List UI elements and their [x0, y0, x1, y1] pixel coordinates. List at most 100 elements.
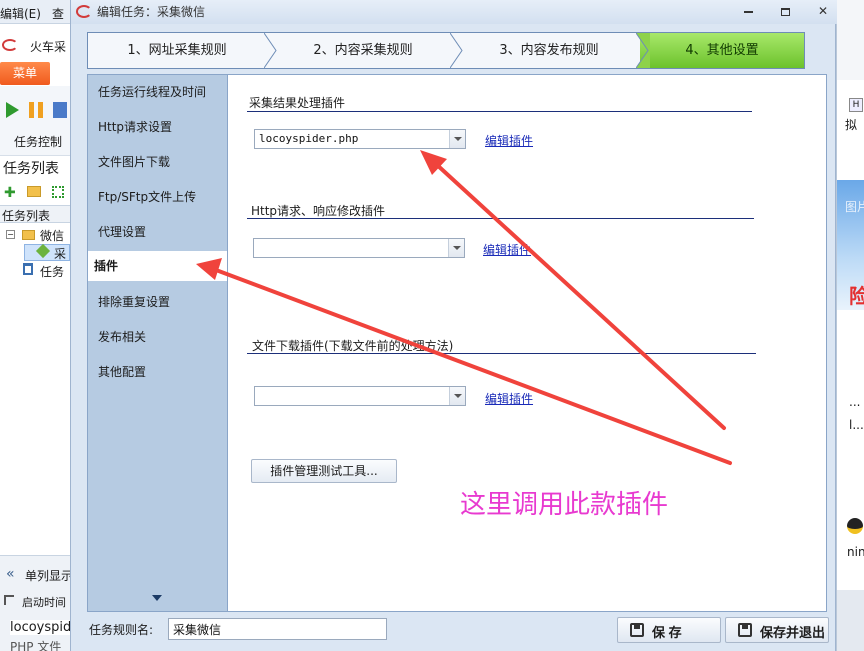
tree-item-caiji[interactable]: 采 — [54, 245, 66, 262]
result-plugin-select[interactable]: locoyspider.php — [254, 129, 466, 149]
background-right-img-label: 图片 — [845, 200, 864, 214]
task-control-label: 任务控制 — [14, 135, 63, 149]
step-separator-icon — [636, 33, 650, 68]
start-time-label: 启动时间 — [22, 596, 66, 609]
qq-penguin-icon — [847, 518, 863, 534]
sidebar-item-plugins[interactable]: 插件 — [88, 251, 227, 281]
background-app-title: 火车采 — [30, 40, 67, 54]
background-right-window: H 拟 图片 险！ ... l... ning — [836, 0, 864, 651]
download-plugin-title: 文件下载插件(下载文件前的处理方法) — [252, 339, 454, 353]
http-plugin-select[interactable] — [253, 238, 465, 258]
h-icon: H — [849, 98, 863, 112]
tree-item-task[interactable]: 任务 — [40, 263, 64, 280]
dropdown-button[interactable] — [449, 387, 465, 405]
folder-icon — [22, 230, 35, 240]
chevron-down-icon — [454, 394, 462, 398]
sidebar-item-thread-time[interactable]: 任务运行线程及时间 — [88, 77, 227, 107]
result-plugin-value: locoyspider.php — [259, 132, 359, 145]
background-menu-edit[interactable]: 编辑(E) — [0, 5, 41, 22]
sidebar-item-ftp[interactable]: Ftp/SFtp文件上传 — [88, 182, 227, 212]
add-icon[interactable]: ✚ — [4, 185, 16, 201]
minimize-button[interactable] — [737, 3, 759, 20]
background-right-dots: ... — [849, 395, 861, 409]
save-button[interactable]: 保 存 — [617, 617, 721, 643]
save-icon — [738, 623, 752, 637]
dialog-title: 编辑任务：采集微信 — [97, 5, 206, 19]
double-chevron-left-icon[interactable]: « — [6, 566, 15, 582]
sidebar-item-dedup[interactable]: 排除重复设置 — [88, 287, 227, 317]
task-list-table-label: 任务列表 — [3, 161, 59, 177]
background-right-l-dots: l... — [849, 418, 864, 432]
settings-sidebar: 任务运行线程及时间 Http请求设置 文件图片下载 Ftp/SFtp文件上传 代… — [88, 75, 227, 611]
chevron-down-icon — [453, 246, 461, 250]
background-right-ni: 拟 — [845, 118, 858, 132]
chevron-down-icon — [454, 137, 462, 141]
stop-icon[interactable] — [53, 102, 67, 118]
tree-item-weixin[interactable]: 微信 — [40, 227, 64, 244]
background-app-window: 编辑(E) 查 火车采 菜单 任务控制 任务列表 ✚ 任务列表 − 微信 采 任… — [0, 0, 70, 651]
section-divider — [247, 218, 754, 219]
sidebar-item-proxy[interactable]: 代理设置 — [88, 217, 227, 247]
save-and-exit-button[interactable]: 保存并退出 — [725, 617, 829, 643]
step-publish-rules[interactable]: 3、内容发布规则 — [460, 33, 638, 68]
step-separator-icon — [264, 33, 278, 68]
save-exit-button-label: 保存并退出 — [760, 625, 826, 640]
single-column-label[interactable]: 单列显示 — [25, 567, 70, 584]
sidebar-item-download[interactable]: 文件图片下载 — [88, 147, 227, 177]
background-right-warning: 险！ — [849, 280, 864, 309]
file-type-label: PHP 文件 — [10, 640, 62, 651]
flag-icon — [4, 595, 14, 605]
edit-result-plugin-link[interactable]: 编辑插件 — [485, 132, 533, 149]
plugin-test-tool-button[interactable]: 插件管理测试工具... — [251, 459, 397, 483]
background-right-top — [837, 0, 864, 80]
step-url-rules[interactable]: 1、网址采集规则 — [88, 33, 266, 68]
section-divider — [247, 353, 756, 354]
sidebar-item-publish[interactable]: 发布相关 — [88, 322, 227, 352]
locoy-logo-icon — [76, 5, 92, 18]
step-content-rules[interactable]: 2、内容采集规则 — [274, 33, 452, 68]
edit-task-dialog: 编辑任务：采集微信 ✕ 1、网址采集规则 2、内容采集规则 3、内容发布规则 4… — [70, 0, 837, 651]
background-menu-tab[interactable]: 菜单 — [0, 62, 50, 85]
task-tree-header: 任务列表 — [0, 205, 70, 223]
pause-icon[interactable] — [29, 102, 43, 118]
background-right-bottom — [837, 590, 864, 651]
http-plugin-title: Http请求、响应修改插件 — [251, 204, 386, 218]
wizard-steps: 1、网址采集规则 2、内容采集规则 3、内容发布规则 4、其他设置 — [87, 32, 805, 69]
background-menubar: 编辑(E) 查 — [0, 0, 70, 24]
dropdown-button[interactable] — [449, 130, 465, 148]
task-tree-header-label: 任务列表 — [2, 209, 51, 223]
edit-download-plugin-link[interactable]: 编辑插件 — [485, 390, 533, 407]
background-right-ning: ning — [847, 545, 864, 559]
tree-collapse-icon[interactable]: − — [6, 230, 15, 239]
plugin-settings-content: 采集结果处理插件 locoyspider.php 编辑插件 Http请求、响应修… — [227, 75, 826, 611]
file-name-label: locoyspid — [10, 620, 70, 635]
scroll-down-icon[interactable] — [152, 595, 162, 601]
save-button-label: 保 存 — [652, 625, 682, 640]
background-menu-query[interactable]: 查 — [52, 5, 64, 22]
task-name-label: 任务规则名: — [89, 623, 154, 637]
trash-icon — [23, 263, 33, 275]
step-other-settings[interactable]: 4、其他设置 — [640, 33, 804, 68]
result-plugin-title: 采集结果处理插件 — [249, 96, 346, 110]
download-plugin-select[interactable] — [254, 386, 466, 406]
locoy-logo-icon — [2, 39, 18, 51]
play-icon[interactable] — [6, 102, 19, 118]
sidebar-item-other[interactable]: 其他配置 — [88, 357, 227, 387]
close-button[interactable]: ✕ — [812, 3, 834, 20]
settings-panel: 任务运行线程及时间 Http请求设置 文件图片下载 Ftp/SFtp文件上传 代… — [87, 74, 827, 612]
annotation-caption: 这里调用此款插件 — [460, 490, 669, 520]
sidebar-item-http[interactable]: Http请求设置 — [88, 112, 227, 142]
minimize-icon — [743, 10, 753, 13]
maximize-button[interactable] — [774, 3, 796, 20]
dropdown-button[interactable] — [448, 239, 464, 257]
edit-http-plugin-link[interactable]: 编辑插件 — [483, 241, 531, 258]
close-icon: ✕ — [817, 4, 829, 18]
section-divider — [247, 111, 752, 112]
save-icon — [630, 623, 644, 637]
maximize-icon — [780, 7, 790, 16]
step-separator-icon — [450, 33, 464, 68]
dialog-titlebar[interactable]: 编辑任务：采集微信 ✕ — [71, 0, 837, 24]
task-name-input[interactable] — [168, 618, 387, 640]
grid-icon[interactable] — [52, 186, 64, 198]
folder-icon[interactable] — [27, 186, 41, 197]
